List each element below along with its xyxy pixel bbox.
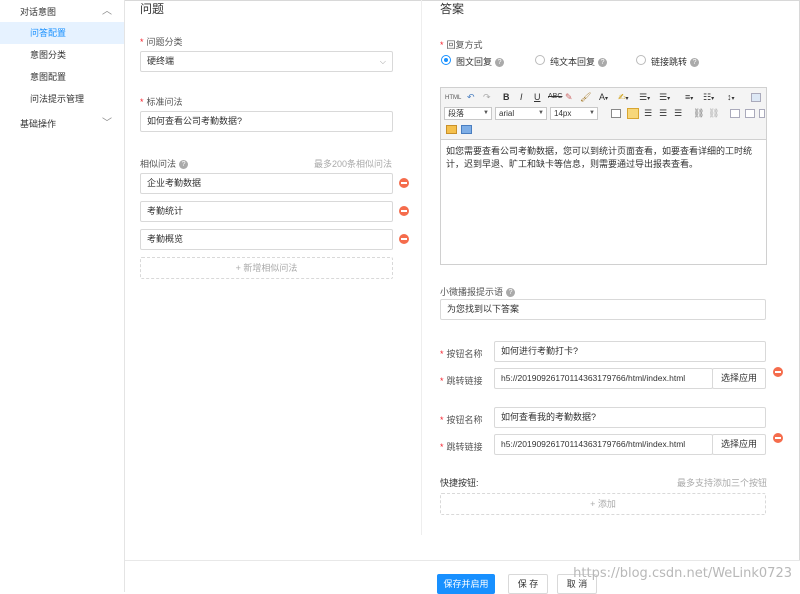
save-enable-button[interactable]: 保存并启用 (437, 574, 495, 594)
sidebar-group-basic-ops[interactable]: 基础操作 ﹀ (0, 113, 124, 135)
fullscreen-icon[interactable] (751, 93, 761, 102)
sidebar-group-label: 对话意图 (20, 7, 57, 17)
button-name-input[interactable]: 如何查看我的考勤数据? (494, 407, 766, 428)
sidebar-item-intent-category[interactable]: 意图分类 (0, 44, 124, 66)
table-more-icon[interactable] (759, 109, 765, 118)
similar-question-input[interactable]: 考勤统计 (140, 201, 393, 222)
eraser-icon[interactable]: ✎ (565, 91, 573, 103)
help-icon: ? (495, 58, 505, 68)
sidebar-item-qa-config[interactable]: 问答配置 (0, 22, 124, 44)
answer-title: 答案 (440, 2, 465, 16)
choose-app-button[interactable]: 选择应用 (712, 368, 766, 389)
table-prop-icon[interactable] (745, 109, 755, 118)
category-select-value: 硬终端 (147, 56, 175, 66)
underline-icon[interactable]: U (534, 91, 541, 103)
radio-label: 链接跳转? (651, 55, 700, 68)
unlink-icon[interactable]: ⛓ (708, 107, 719, 119)
chevron-down-icon: ﹀ (102, 118, 112, 129)
button-name-label: * 按钮名称 (440, 415, 483, 425)
sidebar-item-hint-manage[interactable]: 问法提示管理 (0, 88, 124, 110)
quick-button-label: 快捷按钮: (440, 478, 479, 488)
remove-circle-icon[interactable] (773, 433, 783, 443)
chevron-down-icon: ⌵ (379, 57, 386, 66)
align-right-icon[interactable]: ☰ (659, 107, 667, 119)
font-size-select[interactable]: 14px ▼ (550, 107, 598, 120)
clear-format-icon[interactable] (611, 109, 621, 118)
bold-icon[interactable]: B (503, 91, 510, 103)
radio-plain-text[interactable] (535, 55, 545, 65)
italic-icon[interactable]: I (520, 91, 523, 103)
sidebar-group-dialog-intent[interactable]: 对话意图 ︿ (0, 1, 124, 23)
remove-circle-icon[interactable] (399, 178, 409, 188)
jump-link-input[interactable]: h5://20190926170114363179766/html/index.… (494, 434, 713, 455)
format-painter-icon[interactable]: 🖌 (580, 91, 591, 103)
jump-link-label: * 跳转链接 (440, 442, 483, 452)
row-spacing-icon[interactable]: ≡▾ (685, 91, 693, 103)
insert-image-icon[interactable] (446, 125, 457, 134)
sidebar-group-label: 基础操作 (20, 119, 57, 129)
button-name-input[interactable]: 如何进行考勤打卡? (494, 341, 766, 362)
redo-icon[interactable]: ↷ (483, 91, 491, 103)
insert-table-icon[interactable] (730, 109, 740, 118)
line-height-icon[interactable]: ↕▾ (727, 91, 735, 103)
highlight-icon[interactable]: ✍▾ (618, 91, 629, 103)
align-justify-icon[interactable]: ☰ (674, 107, 682, 119)
similar-question-input[interactable]: 企业考勤数据 (140, 173, 393, 194)
help-icon: ? (506, 288, 516, 298)
sidebar: 对话意图 ︿ 问答配置 意图分类 意图配置 问法提示管理 基础操作 ﹀ (0, 0, 125, 592)
paragraph-select[interactable]: 段落 ▼ (444, 107, 492, 120)
save-button[interactable]: 保 存 (508, 574, 548, 594)
category-select[interactable]: 硬终端 ⌵ (140, 51, 393, 72)
button-name-label: * 按钮名称 (440, 349, 483, 359)
ordered-list-icon[interactable]: ☰▾ (639, 91, 650, 103)
indent-icon[interactable]: ☷▾ (703, 91, 714, 103)
radio-label: 图文回复? (456, 55, 505, 68)
reply-mode-label: * 回复方式 (440, 40, 483, 50)
remove-circle-icon[interactable] (773, 367, 783, 377)
help-icon: ? (690, 58, 700, 68)
chevron-up-icon: ︿ (102, 6, 112, 17)
strikethrough-icon[interactable]: ABC (548, 91, 562, 103)
undo-icon[interactable]: ↶ (467, 91, 475, 103)
help-icon: ? (179, 160, 189, 170)
add-similar-button[interactable]: + 新增相似问法 (140, 257, 393, 279)
editor-toolbar: HTML ↶ ↷ B I U ABC ✎ 🖌 A▾ ✍▾ ☰▾ ☰▾ ≡▾ ☷▾… (441, 88, 766, 140)
remove-circle-icon[interactable] (399, 206, 409, 216)
similar-label: 相似问法? (140, 157, 189, 170)
question-title: 问题 (140, 2, 165, 16)
remove-circle-icon[interactable] (399, 234, 409, 244)
similar-limit-text: 最多200条相似问法 (314, 159, 393, 169)
standard-label: * 标准问法 (140, 97, 183, 107)
jump-link-input[interactable]: h5://20190926170114363179766/html/index.… (494, 368, 713, 389)
choose-app-button[interactable]: 选择应用 (712, 434, 766, 455)
link-icon[interactable]: ⛓ (693, 107, 704, 119)
rich-text-editor[interactable]: HTML ↶ ↷ B I U ABC ✎ 🖌 A▾ ✍▾ ☰▾ ☰▾ ≡▾ ☷▾… (440, 87, 767, 265)
panel-divider (421, 0, 422, 535)
category-label: * 问题分类 (140, 37, 183, 47)
radio-image-text[interactable] (441, 55, 451, 65)
html-source-icon[interactable]: HTML (445, 92, 461, 104)
hint-label: 小微播报提示语? (440, 285, 516, 298)
align-center-icon[interactable]: ☰ (644, 107, 652, 119)
insert-video-icon[interactable] (461, 125, 472, 134)
standard-question-input[interactable]: 如何查看公司考勤数据? (140, 111, 393, 132)
hint-input[interactable]: 为您找到以下答案 (440, 299, 766, 320)
radio-label: 纯文本回复? (550, 55, 608, 68)
unordered-list-icon[interactable]: ☰▾ (659, 91, 670, 103)
editor-content[interactable]: 如您需要查看公司考勤数据，您可以到统计页面查看，如要查看详细的工时统计，迟到早退… (446, 145, 762, 171)
quick-button-limit: 最多支持添加三个按钮 (677, 478, 768, 488)
align-left-icon[interactable] (627, 108, 639, 119)
add-quick-button[interactable]: + 添加 (440, 493, 766, 515)
similar-question-input[interactable]: 考勤概览 (140, 229, 393, 250)
jump-link-label: * 跳转链接 (440, 376, 483, 386)
font-color-icon[interactable]: A▾ (599, 91, 608, 103)
help-icon: ? (598, 58, 608, 68)
font-family-select[interactable]: arial ▼ (495, 107, 547, 120)
radio-link-jump[interactable] (636, 55, 646, 65)
watermark: https://blog.csdn.net/WeLink0723 (573, 566, 792, 581)
sidebar-item-intent-config[interactable]: 意图配置 (0, 66, 124, 88)
